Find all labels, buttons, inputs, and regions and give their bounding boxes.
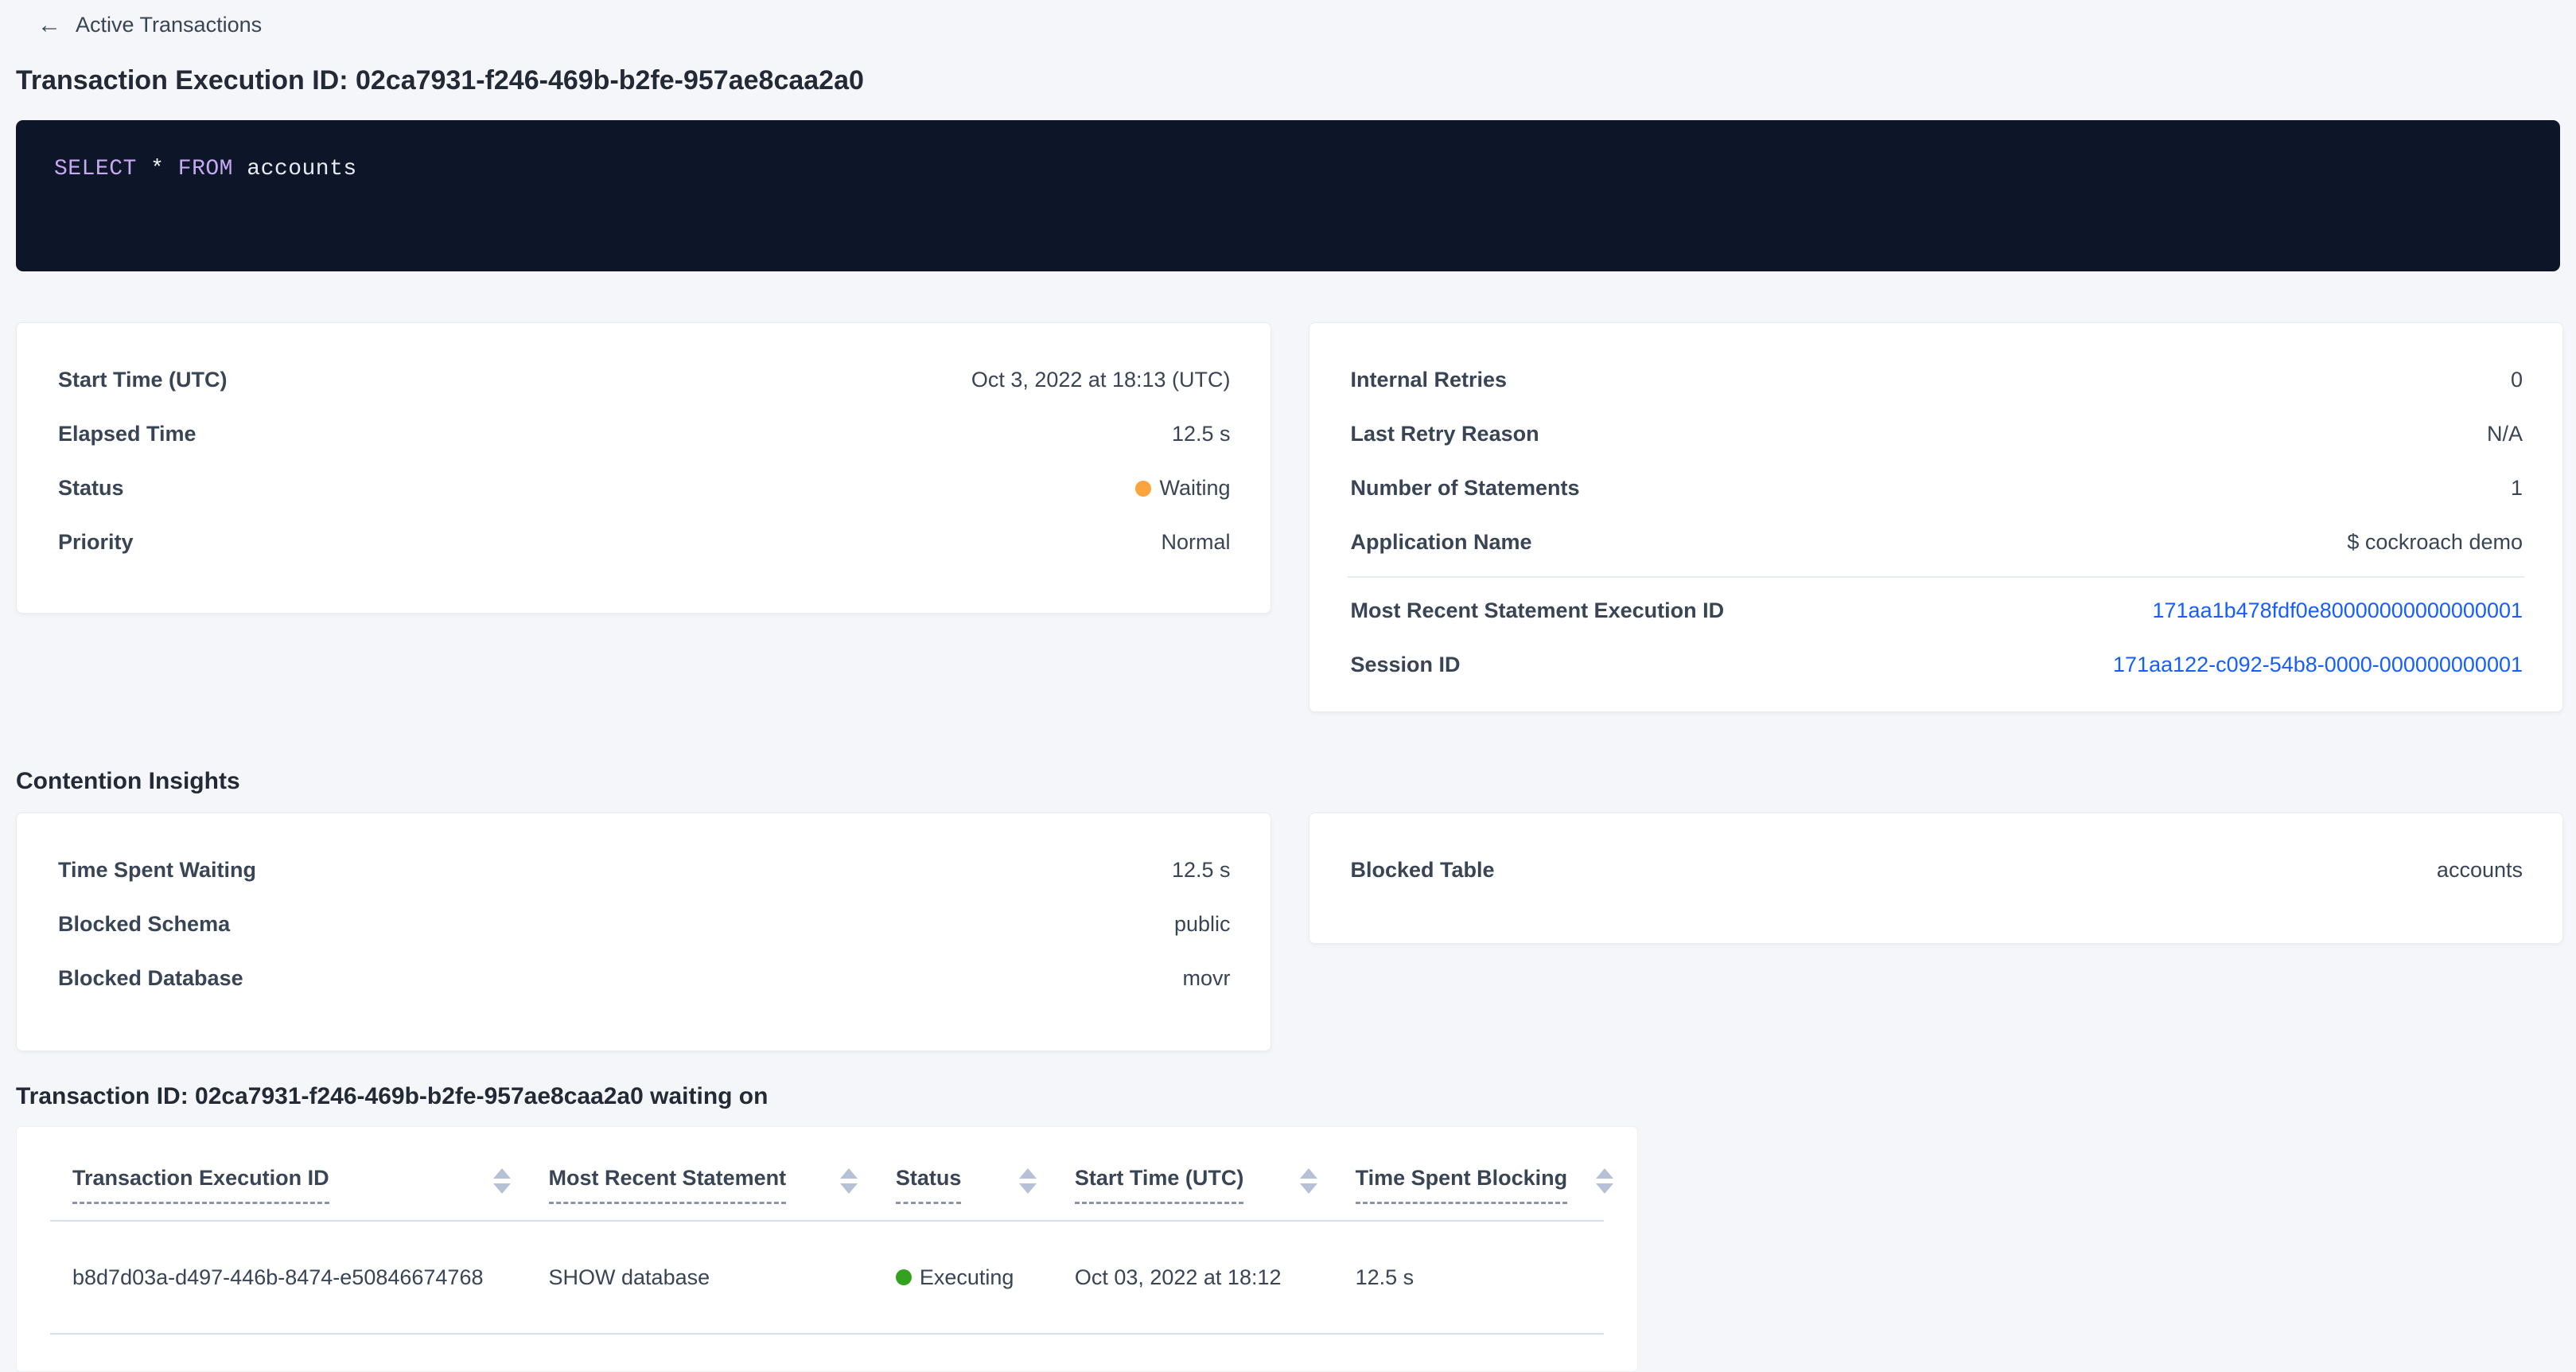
status-value: Waiting: [1135, 476, 1230, 501]
status-text: Waiting: [1159, 476, 1230, 501]
back-arrow-icon: ←: [37, 14, 61, 37]
most-recent-statement-execution-id-label: Most Recent Statement Execution ID: [1351, 598, 1725, 623]
status-waiting-dot-icon: [1135, 481, 1151, 497]
waiting-on-heading: Transaction ID: 02ca7931-f246-469b-b2fe-…: [16, 1085, 2560, 1109]
sort-arrows-icon[interactable]: [1300, 1168, 1317, 1194]
application-name-label: Application Name: [1351, 530, 1532, 555]
transaction-details-page: ← Active Transactions Transaction Execut…: [0, 0, 2576, 1366]
row-application-name: Application Name $ cockroach demo: [1351, 516, 2523, 570]
page-title: Transaction Execution ID: 02ca7931-f246-…: [16, 65, 2560, 96]
blocked-schema-label: Blocked Schema: [58, 912, 230, 937]
back-link[interactable]: ← Active Transactions: [37, 13, 262, 37]
column-header-start-time: Start Time (UTC): [1075, 1167, 1317, 1205]
sort-arrows-icon[interactable]: [1019, 1168, 1037, 1194]
start-time-header-label[interactable]: Start Time (UTC): [1075, 1167, 1244, 1205]
row-most-recent-statement-execution-id: Most Recent Statement Execution ID 171aa…: [1351, 584, 2523, 638]
row-blocked-schema: Blocked Schema public: [58, 898, 1231, 952]
table-row-divider: [50, 1333, 1604, 1335]
contention-card-left: Time Spent Waiting 12.5 s Blocked Schema…: [16, 813, 1271, 1051]
sql-keyword-select: SELECT: [54, 157, 137, 181]
summary-cards-row: Start Time (UTC) Oct 3, 2022 at 18:13 (U…: [16, 322, 2563, 712]
summary-card-left: Start Time (UTC) Oct 3, 2022 at 18:13 (U…: [16, 322, 1271, 614]
row-blocked-table: Blocked Table accounts: [1351, 844, 2523, 898]
executing-status-text: Executing: [920, 1265, 1014, 1290]
start-time-value: Oct 3, 2022 at 18:13 (UTC): [971, 368, 1231, 392]
application-name-value: $ cockroach demo: [2347, 530, 2523, 555]
contention-card-right: Blocked Table accounts: [1309, 813, 2564, 944]
elapsed-time-value: 12.5 s: [1172, 422, 1231, 446]
priority-label: Priority: [58, 530, 134, 555]
row-elapsed-time: Elapsed Time 12.5 s: [58, 407, 1231, 462]
blocked-database-value: movr: [1183, 966, 1231, 991]
last-retry-reason-value: N/A: [2487, 422, 2523, 446]
column-header-transaction-execution-id: Transaction Execution ID: [72, 1167, 511, 1205]
internal-retries-label: Internal Retries: [1351, 368, 1508, 392]
back-link-label: Active Transactions: [76, 13, 262, 37]
sql-statement-box: SELECT * FROM accounts: [16, 120, 2560, 271]
sql-star-operator: *: [150, 157, 164, 181]
cell-start-time: Oct 03, 2022 at 18:12: [1075, 1265, 1317, 1290]
time-spent-waiting-label: Time Spent Waiting: [58, 858, 256, 883]
last-retry-reason-label: Last Retry Reason: [1351, 422, 1539, 446]
priority-value: Normal: [1161, 530, 1230, 555]
start-time-label: Start Time (UTC): [58, 368, 228, 392]
cell-most-recent-statement: SHOW database: [549, 1265, 858, 1290]
sort-arrows-icon[interactable]: [840, 1168, 858, 1194]
table-header-row: Transaction Execution ID Most Recent Sta…: [17, 1167, 1637, 1205]
blocked-table-value: accounts: [2437, 858, 2523, 883]
row-session-id: Session ID 171aa122-c092-54b8-0000-00000…: [1351, 638, 2523, 692]
sql-table-identifier: accounts: [247, 157, 356, 181]
row-time-spent-waiting: Time Spent Waiting 12.5 s: [58, 844, 1231, 898]
row-blocked-database: Blocked Database movr: [58, 952, 1231, 1006]
internal-retries-value: 0: [2511, 368, 2523, 392]
time-spent-waiting-value: 12.5 s: [1172, 858, 1231, 883]
sql-statement-text: SELECT * FROM accounts: [54, 157, 357, 181]
row-last-retry-reason: Last Retry Reason N/A: [1351, 407, 2523, 462]
row-status: Status Waiting: [58, 462, 1231, 516]
row-internal-retries: Internal Retries 0: [1351, 353, 2523, 407]
blocked-schema-value: public: [1174, 912, 1231, 937]
blocked-database-label: Blocked Database: [58, 966, 243, 991]
waiting-on-table: Transaction Execution ID Most Recent Sta…: [16, 1126, 1638, 1372]
sql-keyword-from: FROM: [178, 157, 233, 181]
blocked-table-label: Blocked Table: [1351, 858, 1495, 883]
most-recent-statement-execution-id-link[interactable]: 171aa1b478fdf0e80000000000000001: [2153, 598, 2523, 623]
row-start-time: Start Time (UTC) Oct 3, 2022 at 18:13 (U…: [58, 353, 1231, 407]
column-header-status: Status: [896, 1167, 1037, 1205]
card-divider: [1348, 576, 2525, 578]
row-number-of-statements: Number of Statements 1: [1351, 462, 2523, 516]
cell-time-spent-blocking: 12.5 s: [1356, 1265, 1613, 1290]
sort-arrows-icon[interactable]: [493, 1168, 511, 1194]
session-id-link[interactable]: 171aa122-c092-54b8-0000-000000000001: [2113, 653, 2523, 677]
session-id-label: Session ID: [1351, 653, 1461, 677]
table-row: b8d7d03a-d497-446b-8474-e50846674768 SHO…: [17, 1222, 1637, 1333]
time-spent-blocking-header-label[interactable]: Time Spent Blocking: [1356, 1167, 1568, 1205]
sort-arrows-icon[interactable]: [1596, 1168, 1613, 1194]
status-label: Status: [58, 476, 124, 501]
status-header-label[interactable]: Status: [896, 1167, 962, 1205]
transaction-execution-id-header-label[interactable]: Transaction Execution ID: [72, 1167, 329, 1205]
elapsed-time-label: Elapsed Time: [58, 422, 197, 446]
most-recent-statement-header-label[interactable]: Most Recent Statement: [549, 1167, 787, 1205]
number-of-statements-value: 1: [2511, 476, 2523, 501]
column-header-time-spent-blocking: Time Spent Blocking: [1356, 1167, 1613, 1205]
cell-transaction-execution-id: b8d7d03a-d497-446b-8474-e50846674768: [72, 1265, 511, 1290]
number-of-statements-label: Number of Statements: [1351, 476, 1580, 501]
contention-insights-heading: Contention Insights: [16, 770, 2560, 793]
contention-cards-row: Time Spent Waiting 12.5 s Blocked Schema…: [16, 813, 2563, 1051]
column-header-most-recent-statement: Most Recent Statement: [549, 1167, 858, 1205]
cell-status: Executing: [896, 1265, 1037, 1290]
status-executing-dot-icon: [896, 1269, 912, 1285]
row-priority: Priority Normal: [58, 516, 1231, 570]
summary-card-right: Internal Retries 0 Last Retry Reason N/A…: [1309, 322, 2564, 712]
